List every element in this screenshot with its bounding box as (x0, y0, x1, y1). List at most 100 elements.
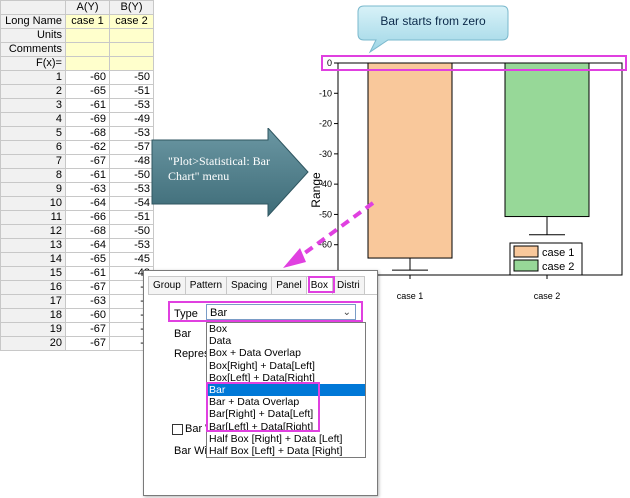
cell[interactable]: -67 (65, 322, 110, 337)
tab-spacing[interactable]: Spacing (226, 276, 273, 294)
row-number[interactable]: 17 (0, 294, 66, 309)
table-row: 17-63-5 (0, 294, 154, 309)
row-number[interactable]: 10 (0, 196, 66, 211)
box-tab-highlight (308, 276, 335, 293)
cell[interactable]: -64 (65, 238, 110, 253)
cell[interactable]: -61 (65, 266, 110, 281)
cell[interactable]: case 2 (109, 14, 154, 29)
meta-row: Comments (0, 42, 154, 57)
arrow-caption: "Plot>Statistical: Bar Chart" menu (168, 154, 270, 183)
cell[interactable]: -62 (65, 140, 110, 155)
cell[interactable]: -53 (109, 126, 154, 141)
cell[interactable] (65, 56, 110, 71)
tab-distri[interactable]: Distri (332, 276, 365, 294)
corner-cell[interactable] (0, 0, 66, 15)
cell[interactable]: -66 (65, 210, 110, 225)
row-number[interactable]: 1 (0, 70, 66, 85)
meta-row: F(x)= (0, 56, 154, 71)
meta-row: Units (0, 28, 154, 43)
row-number[interactable]: 20 (0, 336, 66, 351)
table-row: 6 -62 -57 (0, 140, 154, 155)
cell[interactable]: -57 (109, 140, 154, 155)
legend-swatch (513, 245, 539, 258)
cell[interactable] (109, 56, 154, 71)
meta-row-label[interactable]: Long Name (0, 14, 66, 29)
cell[interactable]: -64 (65, 196, 110, 211)
cell[interactable] (65, 28, 110, 43)
cell[interactable] (109, 28, 154, 43)
tab-panel[interactable]: Panel (271, 276, 307, 294)
dropdown-option[interactable]: Half Box [Left] + Data [Right] (207, 445, 365, 457)
cell[interactable]: -67 (65, 280, 110, 295)
row-number[interactable]: 7 (0, 154, 66, 169)
dropdown-option[interactable]: Box + Data Overlap (207, 347, 365, 359)
y-tick-label: -20 (319, 119, 332, 129)
row-number[interactable]: 3 (0, 98, 66, 113)
cell[interactable]: -68 (65, 224, 110, 239)
row-number[interactable]: 11 (0, 210, 66, 225)
row-number[interactable]: 2 (0, 84, 66, 99)
cell[interactable]: -69 (65, 112, 110, 127)
cell[interactable]: -60 (65, 308, 110, 323)
cell[interactable]: -53 (109, 182, 154, 197)
cell[interactable]: -63 (65, 182, 110, 197)
y-axis-label: Range (309, 172, 323, 208)
row-number[interactable]: 4 (0, 112, 66, 127)
dropdown-option[interactable]: Data (207, 335, 365, 347)
row-number[interactable]: 8 (0, 168, 66, 183)
row-number[interactable]: 6 (0, 140, 66, 155)
dropdown-option[interactable]: Box (207, 323, 365, 335)
cell[interactable] (65, 42, 110, 57)
cell[interactable]: -63 (65, 294, 110, 309)
cell[interactable]: -45 (109, 252, 154, 267)
row-number[interactable]: 18 (0, 308, 66, 323)
dropdown-option[interactable]: Half Box [Right] + Data [Left] (207, 433, 365, 445)
row-number[interactable]: 13 (0, 238, 66, 253)
cell[interactable]: -50 (109, 224, 154, 239)
dropdown-option[interactable]: Box[Right] + Data[Left] (207, 360, 365, 372)
row-number[interactable]: 12 (0, 224, 66, 239)
cell[interactable]: -51 (109, 84, 154, 99)
cell[interactable]: -60 (65, 70, 110, 85)
meta-row-label[interactable]: Units (0, 28, 66, 43)
row-number[interactable]: 19 (0, 322, 66, 337)
tab-pattern[interactable]: Pattern (184, 276, 228, 294)
cell[interactable]: -67 (65, 336, 110, 351)
row-number[interactable]: 5 (0, 126, 66, 141)
meta-row-label[interactable]: F(x)= (0, 56, 66, 71)
cell[interactable]: case 1 (65, 14, 110, 29)
worksheet: A(Y) B(Y) Long Name case 1 case 2 Units Comm… (0, 0, 160, 351)
tab-group[interactable]: Group (148, 276, 186, 294)
table-row: 7 -67 -48 (0, 154, 154, 169)
cell[interactable]: -61 (65, 98, 110, 113)
row-number[interactable]: 14 (0, 252, 66, 267)
row-number[interactable]: 16 (0, 280, 66, 295)
x-tick-label: case 2 (534, 291, 561, 301)
cell[interactable]: -61 (65, 168, 110, 183)
cell[interactable]: -65 (65, 84, 110, 99)
cell[interactable]: -53 (109, 238, 154, 253)
table-row: 20-67-5 (0, 336, 154, 351)
cell[interactable]: -50 (109, 70, 154, 85)
table-row: 10 -64 -54 (0, 196, 154, 211)
cell[interactable]: -53 (109, 98, 154, 113)
y-tick-label: -50 (319, 209, 332, 219)
cell[interactable]: -49 (109, 112, 154, 127)
cell[interactable]: -65 (65, 252, 110, 267)
cell[interactable]: -51 (109, 210, 154, 225)
cell[interactable]: -48 (109, 154, 154, 169)
bar-w-checkbox[interactable] (172, 424, 183, 435)
cell[interactable]: -54 (109, 196, 154, 211)
row-number[interactable]: 9 (0, 182, 66, 197)
cell[interactable]: -67 (65, 154, 110, 169)
y-tick-label: 0 (327, 58, 332, 68)
plot-details-dialog: Group Pattern Spacing Panel Box Distri Type B… (143, 270, 378, 496)
cell[interactable]: -68 (65, 126, 110, 141)
column-header-a[interactable]: A(Y) (65, 0, 110, 15)
column-header-b[interactable]: B(Y) (109, 0, 154, 15)
row-number[interactable]: 15 (0, 266, 66, 281)
legend-label: case 1 (542, 247, 574, 259)
meta-row-label[interactable]: Comments (0, 42, 66, 57)
cell[interactable]: -50 (109, 168, 154, 183)
cell[interactable] (109, 42, 154, 57)
